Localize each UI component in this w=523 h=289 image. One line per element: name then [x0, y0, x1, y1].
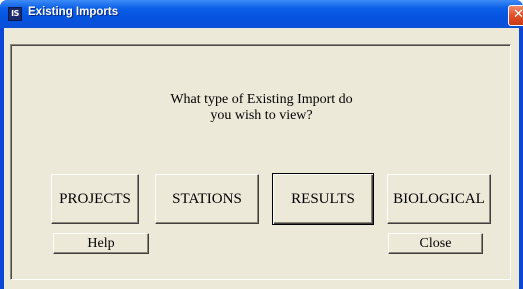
close-button[interactable]: Close — [388, 233, 483, 254]
prompt-line-1: What type of Existing Import do — [170, 92, 353, 107]
window-title: Existing Imports — [28, 6, 119, 18]
title-bar[interactable]: IS Existing Imports ✕ — [0, 0, 523, 28]
projects-button[interactable]: PROJECTS — [51, 174, 139, 224]
results-button[interactable]: RESULTS — [272, 173, 374, 225]
content-panel: What type of Existing Import do you wish… — [10, 44, 511, 280]
client-area: What type of Existing Import do you wish… — [4, 28, 519, 289]
stations-button[interactable]: STATIONS — [155, 174, 259, 224]
prompt-line-2: you wish to view? — [210, 108, 313, 123]
biological-button[interactable]: BIOLOGICAL — [387, 174, 491, 224]
dialog-window: IS Existing Imports ✕ What type of Exist… — [0, 0, 523, 289]
close-window-button[interactable]: ✕ — [508, 5, 523, 26]
prompt-text: What type of Existing Import do you wish… — [11, 92, 512, 124]
help-button[interactable]: Help — [53, 233, 149, 254]
close-icon: ✕ — [513, 7, 523, 22]
app-icon: IS — [8, 7, 22, 21]
